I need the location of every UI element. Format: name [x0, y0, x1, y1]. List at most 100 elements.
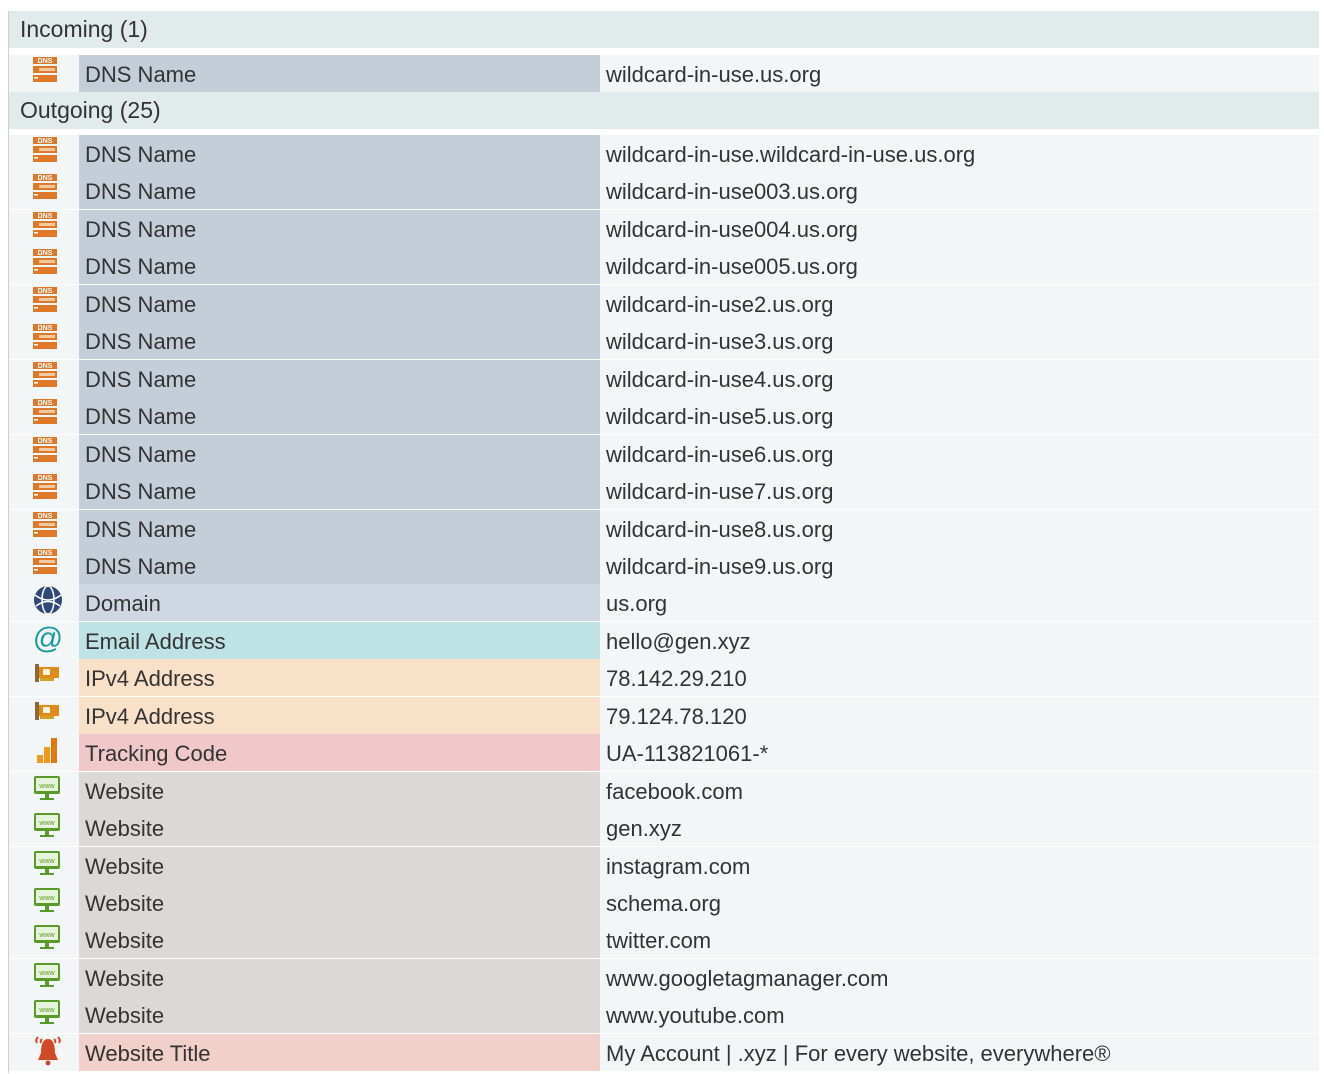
entity-type-label: DNS Name: [79, 172, 600, 210]
outgoing-row[interactable]: DNS DNS Name wildcard-in-use2.us.org: [9, 284, 1319, 322]
outgoing-row[interactable]: www Website facebook.com: [9, 771, 1319, 809]
www-monitor-icon: www: [32, 810, 62, 840]
svg-text:DNS: DNS: [38, 58, 53, 65]
dns-icon: DNS: [32, 56, 62, 86]
svg-text:DNS: DNS: [38, 175, 53, 182]
outgoing-row[interactable]: www Website twitter.com: [9, 921, 1319, 959]
entity-value[interactable]: gen.xyz: [606, 809, 682, 846]
entity-value[interactable]: schema.org: [606, 884, 721, 921]
entity-value[interactable]: 78.142.29.210: [606, 659, 747, 696]
outgoing-row[interactable]: DNS DNS Name wildcard-in-use.wildcard-in-…: [9, 135, 1319, 172]
dns-icon: DNS: [32, 136, 62, 166]
incoming-row[interactable]: DNS DNS Name wildcard-in-use.us.org: [9, 55, 1319, 92]
entity-type-label: DNS Name: [79, 509, 600, 547]
entity-value[interactable]: wildcard-in-use005.us.org: [606, 247, 858, 284]
entity-value[interactable]: www.youtube.com: [606, 996, 785, 1033]
outgoing-row[interactable]: Tracking Code UA-113821061-*: [9, 734, 1319, 772]
entity-value[interactable]: instagram.com: [606, 847, 750, 884]
entity-value[interactable]: wildcard-in-use003.us.org: [606, 172, 858, 209]
svg-text:DNS: DNS: [38, 325, 53, 332]
outgoing-row[interactable]: DNS DNS Name wildcard-in-use004.us.org: [9, 209, 1319, 247]
entity-type-label: DNS Name: [79, 247, 600, 285]
entity-type-label: DNS Name: [79, 55, 600, 92]
entity-value[interactable]: hello@gen.xyz: [606, 622, 751, 659]
outgoing-row[interactable]: www Website schema.org: [9, 884, 1319, 921]
outgoing-row[interactable]: IPv4 Address 79.124.78.120: [9, 696, 1319, 734]
entity-type-label: DNS Name: [79, 284, 600, 322]
entity-type-label: DNS Name: [79, 397, 600, 435]
at-sign-icon: @: [32, 623, 63, 655]
entity-value[interactable]: wildcard-in-use2.us.org: [606, 285, 833, 322]
outgoing-row[interactable]: IPv4 Address 78.142.29.210: [9, 659, 1319, 697]
network-card-icon: [32, 698, 62, 728]
entity-value[interactable]: wildcard-in-use.us.org: [606, 55, 821, 92]
entity-value[interactable]: wildcard-in-use4.us.org: [606, 360, 833, 397]
outgoing-row[interactable]: www Website instagram.com: [9, 846, 1319, 884]
outgoing-row[interactable]: DNS DNS Name wildcard-in-use9.us.org: [9, 546, 1319, 584]
entity-value[interactable]: wildcard-in-use8.us.org: [606, 510, 833, 547]
svg-text:DNS: DNS: [38, 400, 53, 407]
outgoing-row[interactable]: DNS DNS Name wildcard-in-use003.us.org: [9, 172, 1319, 210]
outgoing-row[interactable]: DNS DNS Name wildcard-in-use8.us.org: [9, 509, 1319, 547]
svg-text:DNS: DNS: [38, 363, 53, 370]
outgoing-row[interactable]: DNS DNS Name wildcard-in-use3.us.org: [9, 322, 1319, 360]
entity-type-label: DNS Name: [79, 546, 600, 584]
entity-value[interactable]: wildcard-in-use3.us.org: [606, 322, 833, 359]
dns-icon: DNS: [32, 248, 62, 278]
outgoing-row[interactable]: DNS DNS Name wildcard-in-use4.us.org: [9, 359, 1319, 397]
entity-value[interactable]: wildcard-in-use5.us.org: [606, 397, 833, 434]
dns-icon: DNS: [32, 211, 62, 241]
entity-type-label: DNS Name: [79, 209, 600, 247]
entity-value[interactable]: twitter.com: [606, 921, 711, 958]
outgoing-row[interactable]: DNS DNS Name wildcard-in-use5.us.org: [9, 397, 1319, 435]
entity-type-label: Website: [79, 809, 600, 847]
www-monitor-icon: www: [32, 922, 62, 952]
dns-icon: DNS: [32, 286, 62, 316]
relationships-panel: Incoming (1) DNS DNS Name wildcard-in-use…: [8, 11, 1319, 1073]
svg-text:DNS: DNS: [38, 213, 53, 220]
entity-value[interactable]: UA-113821061-*: [606, 734, 768, 771]
svg-text:DNS: DNS: [38, 513, 53, 520]
outgoing-row[interactable]: DNS DNS Name wildcard-in-use6.us.org: [9, 434, 1319, 472]
outgoing-row[interactable]: Domain us.org: [9, 584, 1319, 622]
entity-value[interactable]: wildcard-in-use004.us.org: [606, 210, 858, 247]
www-monitor-icon: www: [32, 773, 62, 803]
entity-value[interactable]: facebook.com: [606, 772, 743, 809]
globe-icon: [32, 585, 62, 616]
entity-type-label: DNS Name: [79, 135, 600, 172]
entity-value[interactable]: wildcard-in-use9.us.org: [606, 547, 833, 584]
entity-value[interactable]: www.googletagmanager.com: [606, 959, 889, 996]
www-monitor-icon: www: [32, 885, 62, 915]
entity-value[interactable]: wildcard-in-use.wildcard-in-use.us.org: [606, 135, 975, 172]
svg-text:www: www: [38, 820, 55, 827]
www-monitor-icon: www: [32, 960, 62, 990]
entity-type-label: Website: [79, 921, 600, 959]
svg-text:@: @: [33, 623, 63, 655]
svg-text:www: www: [38, 932, 55, 939]
svg-text:www: www: [38, 858, 55, 865]
www-monitor-icon: www: [32, 848, 62, 878]
svg-text:www: www: [38, 783, 55, 790]
entity-value[interactable]: wildcard-in-use7.us.org: [606, 472, 833, 509]
entity-type-label: Domain: [79, 584, 600, 622]
outgoing-row[interactable]: Website Title My Account | .xyz | For eve…: [9, 1033, 1319, 1071]
entity-value[interactable]: 79.124.78.120: [606, 697, 747, 734]
entity-type-label: Website: [79, 846, 600, 884]
entity-type-label: IPv4 Address: [79, 659, 600, 697]
entity-value[interactable]: My Account | .xyz | For every website, e…: [606, 1034, 1110, 1071]
outgoing-row[interactable]: DNS DNS Name wildcard-in-use005.us.org: [9, 247, 1319, 285]
svg-text:DNS: DNS: [38, 438, 53, 445]
outgoing-row[interactable]: www Website www.googletagmanager.com: [9, 958, 1319, 996]
entity-value[interactable]: us.org: [606, 584, 667, 621]
svg-text:DNS: DNS: [38, 550, 53, 557]
entity-value[interactable]: wildcard-in-use6.us.org: [606, 435, 833, 472]
outgoing-row[interactable]: www Website gen.xyz: [9, 809, 1319, 847]
entity-type-label: Website: [79, 771, 600, 809]
svg-text:www: www: [38, 970, 55, 977]
outgoing-row[interactable]: DNS DNS Name wildcard-in-use7.us.org: [9, 472, 1319, 510]
outgoing-row[interactable]: www Website www.youtube.com: [9, 996, 1319, 1034]
incoming-group-header[interactable]: Incoming (1): [9, 11, 1319, 48]
entity-type-label: Tracking Code: [79, 734, 600, 772]
outgoing-group-header[interactable]: Outgoing (25): [9, 92, 1319, 129]
outgoing-row[interactable]: @ Email Address hello@gen.xyz: [9, 621, 1319, 659]
